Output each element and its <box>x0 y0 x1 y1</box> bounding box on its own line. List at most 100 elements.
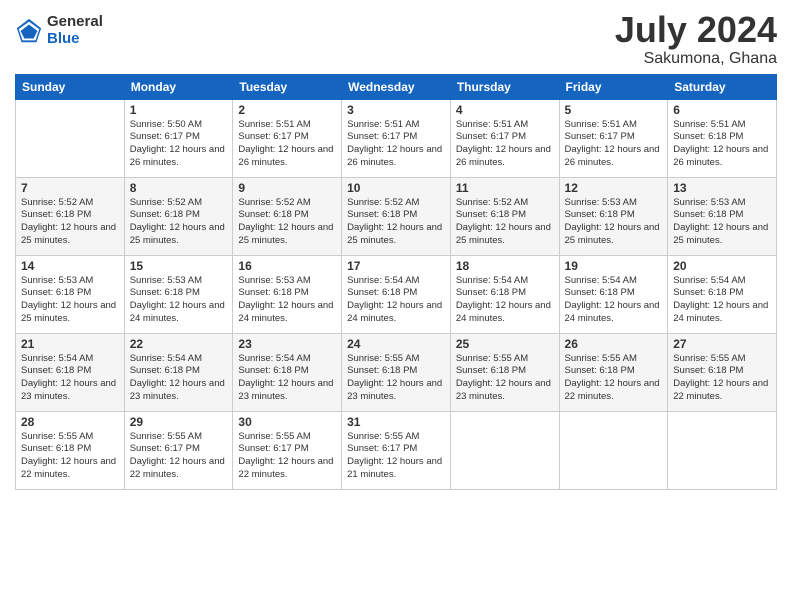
calendar-week-row: 28 Sunrise: 5:55 AMSunset: 6:18 PMDayligh… <box>16 411 777 489</box>
weekday-header: Saturday <box>668 74 777 99</box>
calendar-cell: 10Sunrise: 5:52 AMSunset: 6:18 PMDayligh… <box>342 177 451 255</box>
day-info: Sunrise: 5:55 AMSunset: 6:17 PMDaylight:… <box>347 431 445 482</box>
calendar-cell: 29 Sunrise: 5:55 AMSunset: 6:17 PMDayligh… <box>124 411 233 489</box>
calendar-cell: 1 Sunrise: 5:50 AMSunset: 6:17 PMDaylight… <box>124 99 233 177</box>
day-number: 2 <box>238 103 336 117</box>
day-number: 30 <box>238 415 336 429</box>
calendar-cell: 12 Sunrise: 5:53 AMSunset: 6:18 PMDayligh… <box>559 177 668 255</box>
day-info: Sunrise: 5:52 AMSunset: 6:18 PMDaylight:… <box>238 197 336 248</box>
day-info: Sunrise: 5:50 AMSunset: 6:17 PMDaylight:… <box>130 119 228 170</box>
day-number: 31 <box>347 415 445 429</box>
calendar: SundayMondayTuesdayWednesdayThursdayFrid… <box>15 74 777 490</box>
calendar-cell: 11 Sunrise: 5:52 AMSunset: 6:18 PMDayligh… <box>450 177 559 255</box>
day-number: 3 <box>347 103 445 117</box>
day-info: Sunrise: 5:55 AMSunset: 6:18 PMDaylight:… <box>673 353 771 404</box>
day-number: 23 <box>238 337 336 351</box>
day-number: 7 <box>21 181 119 195</box>
day-info: Sunrise: 5:53 AMSunset: 6:18 PMDaylight:… <box>565 197 663 248</box>
day-number: 9 <box>238 181 336 195</box>
day-number: 19 <box>565 259 663 273</box>
calendar-cell: 13 Sunrise: 5:53 AMSunset: 6:18 PMDayligh… <box>668 177 777 255</box>
day-number: 12 <box>565 181 663 195</box>
calendar-week-row: 1 Sunrise: 5:50 AMSunset: 6:17 PMDaylight… <box>16 99 777 177</box>
day-info: Sunrise: 5:55 AMSunset: 6:17 PMDaylight:… <box>130 431 228 482</box>
title-location: Sakumona, Ghana <box>615 50 777 68</box>
logo-icon <box>15 17 43 45</box>
day-info: Sunrise: 5:54 AMSunset: 6:18 PMDaylight:… <box>238 353 336 404</box>
day-info: Sunrise: 5:55 AMSunset: 6:18 PMDaylight:… <box>21 431 119 482</box>
weekday-header: Tuesday <box>233 74 342 99</box>
calendar-cell: 5 Sunrise: 5:51 AMSunset: 6:17 PMDaylight… <box>559 99 668 177</box>
day-info: Sunrise: 5:55 AMSunset: 6:17 PMDaylight:… <box>238 431 336 482</box>
day-info: Sunrise: 5:52 AMSunset: 6:18 PMDaylight:… <box>21 197 119 248</box>
day-number: 24 <box>347 337 445 351</box>
calendar-header-row: SundayMondayTuesdayWednesdayThursdayFrid… <box>16 74 777 99</box>
day-info: Sunrise: 5:53 AMSunset: 6:18 PMDaylight:… <box>673 197 771 248</box>
weekday-header: Friday <box>559 74 668 99</box>
calendar-cell: 28 Sunrise: 5:55 AMSunset: 6:18 PMDayligh… <box>16 411 125 489</box>
calendar-cell: 6Sunrise: 5:51 AMSunset: 6:18 PMDaylight… <box>668 99 777 177</box>
day-info: Sunrise: 5:51 AMSunset: 6:17 PMDaylight:… <box>456 119 554 170</box>
calendar-cell: 27 Sunrise: 5:55 AMSunset: 6:18 PMDayligh… <box>668 333 777 411</box>
calendar-cell <box>668 411 777 489</box>
day-info: Sunrise: 5:54 AMSunset: 6:18 PMDaylight:… <box>21 353 119 404</box>
day-info: Sunrise: 5:53 AMSunset: 6:18 PMDaylight:… <box>21 275 119 326</box>
day-info: Sunrise: 5:54 AMSunset: 6:18 PMDaylight:… <box>347 275 445 326</box>
title-month: July 2024 <box>615 10 777 50</box>
day-number: 16 <box>238 259 336 273</box>
logo-general: General <box>47 14 103 31</box>
day-number: 15 <box>130 259 228 273</box>
weekday-header: Sunday <box>16 74 125 99</box>
header: General Blue July 2024 Sakumona, Ghana <box>15 10 777 68</box>
calendar-week-row: 21 Sunrise: 5:54 AMSunset: 6:18 PMDayligh… <box>16 333 777 411</box>
day-number: 5 <box>565 103 663 117</box>
day-number: 13 <box>673 181 771 195</box>
day-number: 21 <box>21 337 119 351</box>
calendar-cell: 26Sunrise: 5:55 AMSunset: 6:18 PMDayligh… <box>559 333 668 411</box>
day-info: Sunrise: 5:54 AMSunset: 6:18 PMDaylight:… <box>673 275 771 326</box>
calendar-cell: 24 Sunrise: 5:55 AMSunset: 6:18 PMDayligh… <box>342 333 451 411</box>
day-info: Sunrise: 5:54 AMSunset: 6:18 PMDaylight:… <box>565 275 663 326</box>
calendar-cell <box>559 411 668 489</box>
day-number: 22 <box>130 337 228 351</box>
day-number: 6 <box>673 103 771 117</box>
calendar-cell: 3 Sunrise: 5:51 AMSunset: 6:17 PMDaylight… <box>342 99 451 177</box>
page: General Blue July 2024 Sakumona, Ghana S… <box>0 0 792 612</box>
day-number: 14 <box>21 259 119 273</box>
day-info: Sunrise: 5:52 AMSunset: 6:18 PMDaylight:… <box>130 197 228 248</box>
day-number: 4 <box>456 103 554 117</box>
logo: General Blue <box>15 14 103 47</box>
calendar-week-row: 7 Sunrise: 5:52 AMSunset: 6:18 PMDaylight… <box>16 177 777 255</box>
day-info: Sunrise: 5:53 AMSunset: 6:18 PMDaylight:… <box>238 275 336 326</box>
calendar-cell: 31 Sunrise: 5:55 AMSunset: 6:17 PMDayligh… <box>342 411 451 489</box>
day-number: 29 <box>130 415 228 429</box>
day-number: 11 <box>456 181 554 195</box>
weekday-header: Thursday <box>450 74 559 99</box>
weekday-header: Wednesday <box>342 74 451 99</box>
day-info: Sunrise: 5:54 AMSunset: 6:18 PMDaylight:… <box>130 353 228 404</box>
calendar-cell: 9 Sunrise: 5:52 AMSunset: 6:18 PMDaylight… <box>233 177 342 255</box>
day-info: Sunrise: 5:52 AMSunset: 6:18 PMDaylight:… <box>347 197 445 248</box>
calendar-cell: 18 Sunrise: 5:54 AMSunset: 6:18 PMDayligh… <box>450 255 559 333</box>
day-info: Sunrise: 5:55 AMSunset: 6:18 PMDaylight:… <box>456 353 554 404</box>
day-number: 28 <box>21 415 119 429</box>
title-block: July 2024 Sakumona, Ghana <box>615 10 777 68</box>
day-info: Sunrise: 5:51 AMSunset: 6:17 PMDaylight:… <box>347 119 445 170</box>
calendar-cell: 14 Sunrise: 5:53 AMSunset: 6:18 PMDayligh… <box>16 255 125 333</box>
calendar-cell: 19 Sunrise: 5:54 AMSunset: 6:18 PMDayligh… <box>559 255 668 333</box>
calendar-cell: 22 Sunrise: 5:54 AMSunset: 6:18 PMDayligh… <box>124 333 233 411</box>
day-info: Sunrise: 5:55 AMSunset: 6:18 PMDaylight:… <box>347 353 445 404</box>
day-info: Sunrise: 5:54 AMSunset: 6:18 PMDaylight:… <box>456 275 554 326</box>
weekday-header: Monday <box>124 74 233 99</box>
day-number: 1 <box>130 103 228 117</box>
calendar-cell <box>450 411 559 489</box>
calendar-cell: 4 Sunrise: 5:51 AMSunset: 6:17 PMDaylight… <box>450 99 559 177</box>
day-info: Sunrise: 5:51 AMSunset: 6:17 PMDaylight:… <box>565 119 663 170</box>
day-number: 27 <box>673 337 771 351</box>
calendar-cell: 30 Sunrise: 5:55 AMSunset: 6:17 PMDayligh… <box>233 411 342 489</box>
logo-text: General Blue <box>47 14 103 47</box>
day-number: 26 <box>565 337 663 351</box>
day-number: 18 <box>456 259 554 273</box>
logo-blue: Blue <box>47 31 103 48</box>
day-info: Sunrise: 5:52 AMSunset: 6:18 PMDaylight:… <box>456 197 554 248</box>
